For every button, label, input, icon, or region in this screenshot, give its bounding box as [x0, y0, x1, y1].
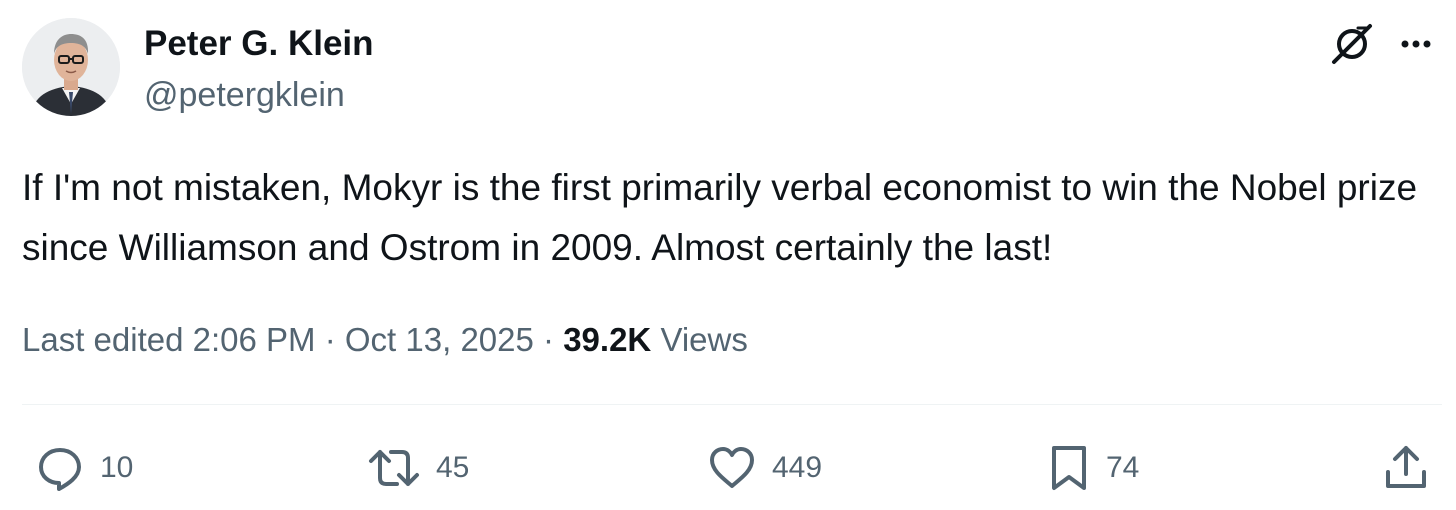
- tweet-metadata: Last edited 2:06 PM · Oct 13, 2025 · 39.…: [22, 318, 748, 362]
- share-button[interactable]: [1380, 438, 1432, 498]
- repost-count: 45: [436, 451, 470, 484]
- grok-icon[interactable]: [1328, 20, 1376, 68]
- tweet-date[interactable]: Oct 13, 2025: [345, 321, 534, 358]
- bookmark-button[interactable]: 74: [1046, 438, 1139, 498]
- handle[interactable]: @petergklein: [144, 73, 345, 117]
- share-icon: [1386, 446, 1426, 488]
- divider: [22, 404, 1442, 405]
- reply-button[interactable]: 10: [34, 438, 133, 498]
- edited-label[interactable]: Last edited: [22, 321, 183, 358]
- display-name[interactable]: Peter G. Klein: [144, 22, 374, 66]
- repost-icon: [369, 450, 419, 486]
- more-icon[interactable]: [1396, 24, 1436, 64]
- like-count: 449: [772, 451, 823, 484]
- heart-icon: [710, 447, 754, 488]
- tweet-text: If I'm not mistaken, Mokyr is the first …: [22, 167, 1428, 268]
- reply-count: 10: [100, 451, 134, 484]
- avatar-image: [22, 18, 120, 116]
- like-button[interactable]: 449: [706, 438, 822, 498]
- meta-separator: ·: [324, 321, 336, 358]
- reply-icon: [39, 448, 81, 491]
- bookmark-icon: [1052, 446, 1086, 490]
- views-label[interactable]: Views: [660, 321, 747, 358]
- tweet-card: Peter G. Klein @petergklein If I'm not m…: [0, 0, 1456, 510]
- repost-button[interactable]: 45: [366, 438, 469, 498]
- meta-separator: ·: [543, 321, 555, 358]
- views-count[interactable]: 39.2K: [563, 321, 651, 358]
- avatar[interactable]: [22, 18, 120, 116]
- tweet-time[interactable]: 2:06 PM: [193, 321, 316, 358]
- bookmark-count: 74: [1106, 451, 1140, 484]
